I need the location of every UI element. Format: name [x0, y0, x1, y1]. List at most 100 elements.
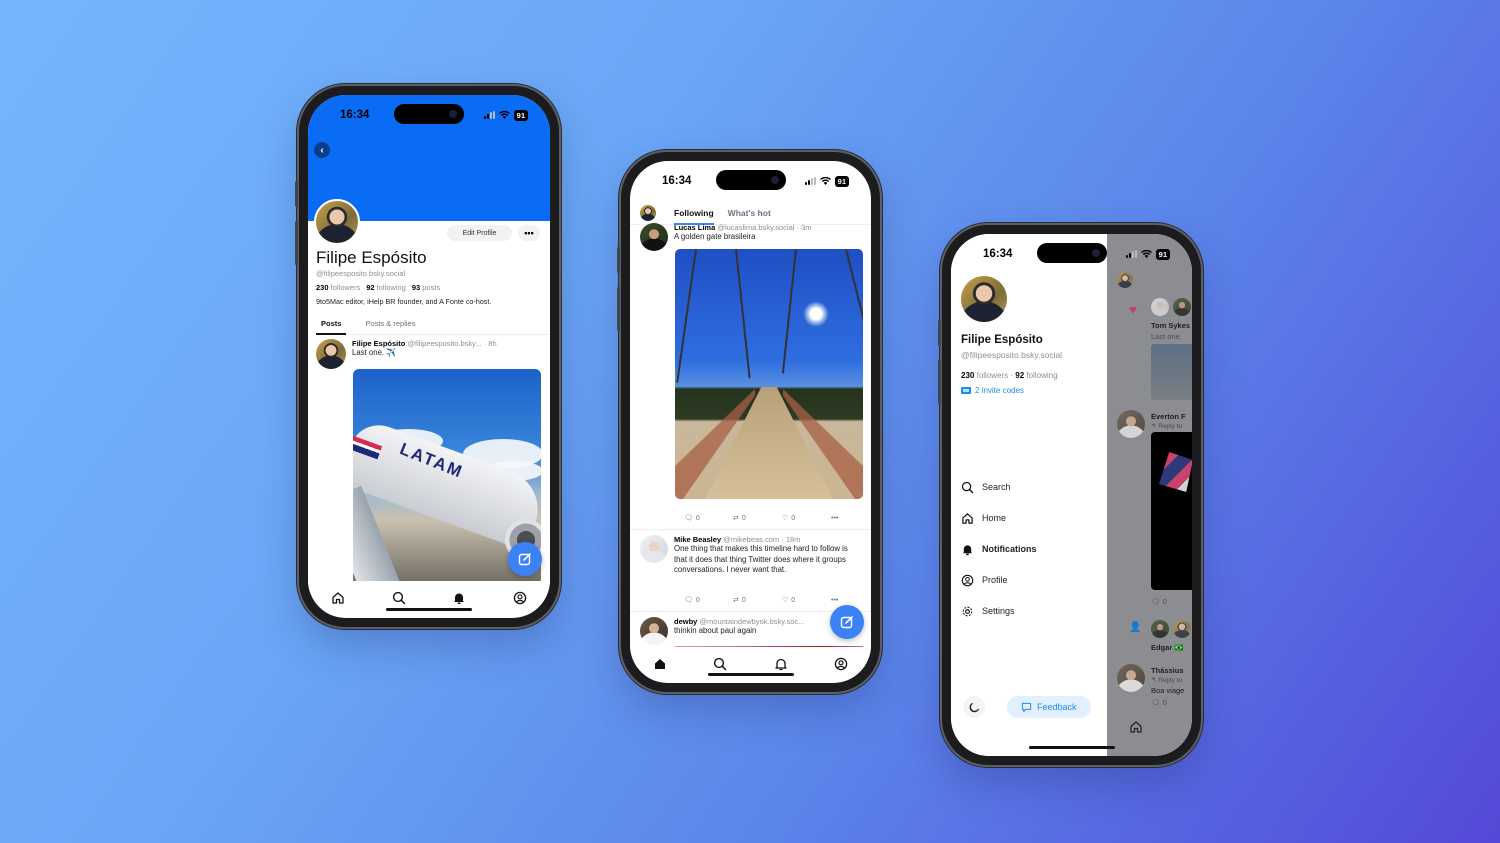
gear-icon	[962, 606, 973, 616]
dynamic-island	[715, 170, 786, 190]
compose-button[interactable]	[830, 605, 864, 639]
home-icon	[332, 592, 344, 604]
search-icon	[714, 657, 727, 671]
invite-codes-link[interactable]: 2 invite codes	[961, 386, 1024, 395]
post-meta: Mike Beasley @mikebeas.com · 18m	[674, 535, 857, 544]
nav-home[interactable]	[649, 653, 671, 675]
bell-icon	[774, 658, 787, 671]
list-item[interactable]: Lucas Lima @lucaslima.bsky.social · 3m A…	[640, 223, 861, 251]
reply-button[interactable]: 🗨︎ 0	[684, 514, 733, 523]
tab-following[interactable]: Following	[674, 201, 714, 225]
feedback-button[interactable]: Feedback	[1007, 696, 1091, 718]
menu-item-notifications[interactable]: Notifications	[961, 541, 1037, 557]
tab-whats-hot[interactable]: What's hot	[728, 201, 771, 224]
notification-name: Thássius	[1151, 666, 1184, 675]
drawer-screen: 16:34 91 ♥ Tom Sykes Last one. Everton F…	[951, 234, 1192, 756]
side-drawer: Filipe Espósito @filipeesposito.bsky.soc…	[951, 234, 1107, 756]
follow-icon: 👤	[1129, 622, 1142, 633]
phone-drawer-screen: 16:34 91 ♥ Tom Sykes Last one. Everton F…	[938, 225, 1201, 765]
nav-search[interactable]	[709, 653, 731, 675]
back-button[interactable]: ‹	[314, 142, 330, 158]
notification-subtext: ↰ Reply to	[1151, 677, 1183, 684]
reply-button[interactable]: 🗨︎ 0	[684, 596, 733, 605]
post-avatar[interactable]	[640, 535, 668, 563]
theme-toggle-button[interactable]	[963, 696, 985, 718]
post-meta: Lucas Lima @lucaslima.bsky.social · 3m	[674, 223, 812, 232]
profile-avatar[interactable]	[314, 199, 360, 245]
profile-icon	[961, 574, 974, 586]
nav-search[interactable]	[388, 587, 410, 609]
compose-button[interactable]	[508, 542, 542, 576]
wifi-icon	[498, 111, 510, 119]
heart-icon: ♡	[782, 515, 789, 522]
drawer-avatar[interactable]	[961, 276, 1007, 322]
tab-posts[interactable]: Posts	[316, 313, 347, 335]
menu-item-home[interactable]: Home	[961, 510, 1037, 526]
drawer-footer: Feedback	[963, 696, 1091, 718]
notification-avatar	[1151, 620, 1169, 638]
home-icon	[962, 512, 973, 524]
post-author[interactable]: Mike Beasley	[674, 535, 721, 544]
post-text: Last one. ✈️	[352, 348, 396, 357]
reply-count: 🗨︎ 0	[1151, 597, 1167, 606]
post-more-button[interactable]: •••	[831, 596, 871, 604]
repost-icon: ⇄	[733, 515, 739, 522]
post-author[interactable]: Filipe Espósito	[352, 339, 405, 348]
wifi-icon	[819, 177, 831, 185]
nav-home[interactable]	[1129, 720, 1143, 739]
menu-avatar-button[interactable]	[640, 204, 656, 221]
followers-stat[interactable]: 230 followers	[316, 283, 360, 292]
post-more-button[interactable]: •••	[831, 514, 871, 522]
post-image-bridge[interactable]	[675, 249, 863, 499]
post-time: · 18m	[781, 535, 801, 544]
more-options-button[interactable]: •••	[518, 225, 540, 241]
repost-button[interactable]: ⇄ 0	[733, 596, 782, 605]
profile-bio: 9to5Mac editor, iHelp BR founder, and A …	[316, 297, 492, 306]
battery-indicator: 91	[1155, 248, 1170, 260]
notification-avatar	[1151, 298, 1169, 316]
menu-item-search[interactable]: Search	[961, 479, 1037, 495]
profile-icon	[834, 657, 848, 671]
list-item[interactable]: Mike Beasley @mikebeas.com · 18m One thi…	[640, 535, 857, 576]
list-item[interactable]: Filipe Espósito @filipeesposito.bsky... …	[316, 339, 540, 369]
phone-feed-screen: 16:34 91 Following What's hot Lucas Lima…	[617, 152, 880, 692]
nav-profile[interactable]	[830, 653, 852, 675]
tab-posts-replies[interactable]: Posts & replies	[360, 313, 420, 334]
edit-profile-button[interactable]: Edit Profile	[447, 225, 512, 241]
post-avatar[interactable]	[640, 223, 668, 251]
post-author[interactable]: Lucas Lima	[674, 223, 715, 232]
nav-profile[interactable]	[509, 587, 531, 609]
menu-item-profile[interactable]: Profile	[961, 572, 1037, 588]
menu-item-settings[interactable]: Settings	[961, 603, 1037, 619]
drawer-stats: 230 followers · 92 following	[961, 371, 1058, 380]
notification-image	[1151, 432, 1192, 590]
post-meta: dewby @mountaindewbyok.bsky.soc...	[674, 617, 804, 626]
like-button[interactable]: ♡ 0	[782, 596, 831, 605]
list-item[interactable]: dewby @mountaindewbyok.bsky.soc... think…	[640, 617, 861, 645]
post-time: · 3m	[796, 223, 812, 232]
phone-profile-screen: 16:34 91 ‹ Edit Profile ••• Filipe Espós…	[295, 86, 559, 627]
nav-home[interactable]	[327, 587, 349, 609]
post-avatar[interactable]	[316, 339, 346, 369]
notification-text: Last one.	[1151, 332, 1182, 341]
nav-notifications[interactable]	[448, 587, 470, 609]
heart-icon: ♡	[782, 597, 789, 604]
post-text: thinkin about paul again	[674, 626, 757, 635]
repost-button[interactable]: ⇄ 0	[733, 514, 782, 523]
following-stat[interactable]: 92 following	[366, 283, 406, 292]
search-icon	[392, 591, 405, 605]
like-button[interactable]: ♡ 0	[782, 514, 831, 523]
moon-icon	[969, 702, 979, 712]
profile-handle: @filipeesposito.bsky.social	[316, 269, 406, 278]
post-actions: 🗨︎ 0 ⇄ 0 ♡ 0 •••	[684, 596, 871, 605]
post-author[interactable]: dewby	[674, 617, 697, 626]
profile-icon	[513, 591, 526, 605]
notification-image	[1151, 344, 1192, 400]
nav-notifications[interactable]	[770, 653, 792, 675]
dimmed-notifications-feed[interactable]: ♥ Tom Sykes Last one. Everton F ↰ Reply …	[1107, 234, 1192, 756]
post-actions: 🗨︎ 0 ⇄ 0 ♡ 0 •••	[684, 514, 871, 523]
notification-name: Tom Sykes	[1151, 321, 1191, 330]
post-avatar[interactable]	[640, 617, 668, 645]
post-handle: @mikebeas.com	[723, 535, 780, 544]
compose-icon	[518, 553, 531, 566]
